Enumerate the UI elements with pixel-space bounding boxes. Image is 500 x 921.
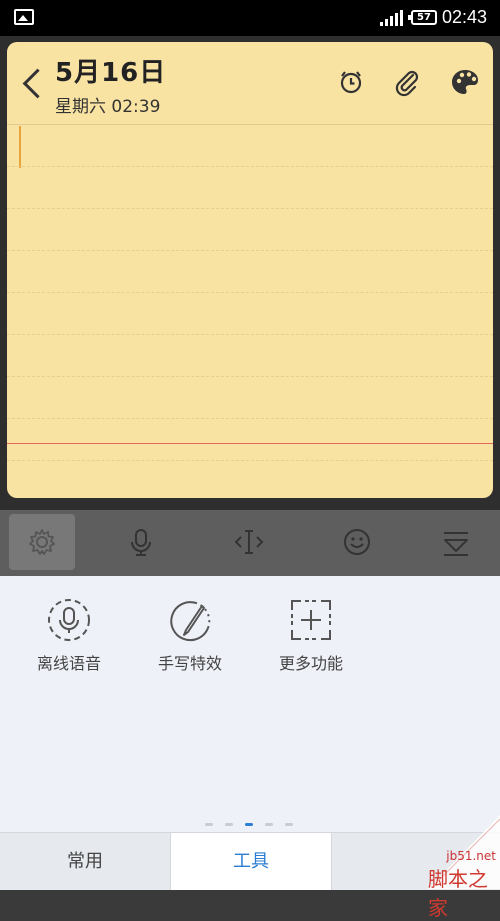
settings-button[interactable] (9, 514, 75, 570)
ruled-line (7, 250, 493, 251)
back-button[interactable] (17, 64, 47, 104)
note-date: 5月16日 (55, 58, 167, 88)
ruled-line (7, 334, 493, 335)
page-dot-active (245, 823, 253, 826)
offline-voice-button[interactable]: 离线语音 (19, 598, 119, 674)
more-functions-button[interactable]: 更多功能 (261, 598, 361, 674)
tool-label: 离线语音 (36, 654, 101, 673)
tools-panel: 离线语音 手写特效 更多功能 常用 工具 (0, 576, 500, 890)
tab-bar: 常用 工具 (0, 832, 500, 890)
ruled-line (7, 166, 493, 167)
voice-input-button[interactable] (108, 514, 174, 570)
ruled-line (7, 460, 493, 461)
handwriting-effect-button[interactable]: 手写特效 (140, 598, 240, 674)
watermark: jb51.net 脚本之家 (428, 815, 500, 920)
tab-common[interactable]: 常用 (0, 833, 170, 890)
status-bar: 57 02:43 (0, 0, 500, 36)
emoji-button[interactable] (324, 514, 390, 570)
ruled-line (7, 208, 493, 209)
page-dot (225, 823, 233, 826)
handwriting-effect-icon (170, 601, 211, 642)
page-dot (285, 823, 293, 826)
cursor-move-icon (234, 530, 264, 554)
page-dot (265, 823, 273, 826)
page-indicator (205, 823, 305, 829)
note-weekday-time: 星期六 02:39 (55, 97, 161, 117)
clock: 02:43 (442, 7, 488, 27)
input-toolbar (0, 510, 500, 576)
text-cursor (19, 126, 21, 168)
more-functions-icon (291, 600, 331, 640)
image-icon (14, 9, 34, 25)
cursor-move-button[interactable] (216, 514, 282, 570)
note-card: 5月16日 星期六 02:39 (7, 42, 493, 498)
ruled-line (7, 376, 493, 377)
watermark-text: 脚本之家 (428, 867, 488, 920)
collapse-keyboard-button[interactable] (423, 514, 489, 570)
offline-voice-icon (48, 599, 90, 641)
ruled-line (7, 418, 493, 419)
signal-icon (380, 10, 406, 26)
tool-label: 更多功能 (278, 654, 343, 673)
alarm-icon[interactable] (335, 66, 367, 98)
note-header: 5月16日 星期六 02:39 (7, 42, 493, 125)
tool-label: 手写特效 (157, 654, 222, 673)
ruled-line (7, 292, 493, 293)
page-dot (205, 823, 213, 826)
emoji-icon (344, 529, 370, 555)
settings-icon (29, 529, 55, 555)
tab-tools[interactable]: 工具 (170, 833, 332, 890)
microphone-icon (131, 529, 151, 556)
collapse-keyboard-icon (444, 532, 468, 556)
battery-icon: 57 (408, 10, 437, 25)
watermark-url: jb51.net (446, 849, 496, 863)
margin-line (7, 443, 493, 444)
palette-icon[interactable] (449, 66, 481, 98)
note-body[interactable] (7, 124, 493, 498)
attachment-icon[interactable] (391, 66, 423, 98)
